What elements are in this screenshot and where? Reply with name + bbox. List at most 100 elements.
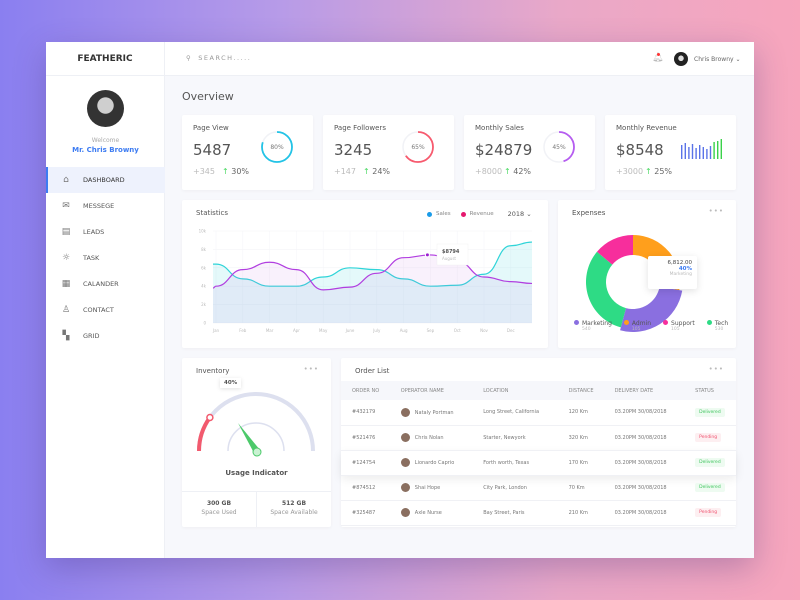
chart-tooltip: $8794August xyxy=(436,243,469,266)
tooltip-value: $8794 xyxy=(442,249,460,255)
sidebar-item-grid[interactable]: ▚ GRID xyxy=(46,323,165,349)
welcome-text: Welcome xyxy=(91,137,120,144)
operator-name: Chris Nolan xyxy=(414,435,444,441)
clipboard-icon: ▤ xyxy=(61,227,71,237)
storage-stats: 300 GB Space Used 512 GB Space Available xyxy=(182,491,331,527)
kpi-delta: +8000 xyxy=(475,167,503,176)
location: Bay Street, Paris xyxy=(472,500,558,526)
revenue-bars xyxy=(681,139,722,159)
bell-icon[interactable]: 🔔︎ xyxy=(652,53,663,63)
brand-logo[interactable]: FEATHERIC xyxy=(46,42,164,76)
profile-avatar[interactable] xyxy=(87,90,124,127)
operator-cell: Chris Nolan xyxy=(389,425,473,451)
location: Long Street, California xyxy=(472,400,558,426)
revenue-bar xyxy=(691,144,694,159)
legend-item: Support 105 xyxy=(663,320,695,332)
status-cell: Pending xyxy=(684,425,736,451)
revenue-bar xyxy=(713,142,715,159)
status-badge: Pending xyxy=(695,508,722,517)
kpi-label: Page View xyxy=(193,124,229,132)
location: Starter, Newyork xyxy=(472,425,558,451)
sidebar-item-label: LEADS xyxy=(83,228,105,236)
page-title: Overview xyxy=(182,90,234,103)
sidebar-item-task[interactable]: ☼ TASK xyxy=(46,245,165,271)
column-header[interactable]: STATUS xyxy=(684,381,736,400)
space-available-value: 512 GB xyxy=(281,500,307,507)
table-row[interactable]: #325487 Axle Nurse Bay Street, Paris 210… xyxy=(341,500,736,526)
tooltip-label: August xyxy=(442,256,456,261)
location: Forth worth, Texas xyxy=(472,450,558,476)
x-tick-label: Jan xyxy=(212,328,220,333)
table-row[interactable]: #124754 Lionardo Caprio Forth worth, Tex… xyxy=(341,450,736,476)
y-tick-label: 6k xyxy=(201,265,207,270)
top-bar: ⚲ SEARCH..... 🔔︎ Chris Browny ⌄ xyxy=(165,42,754,76)
order-no: #124754 xyxy=(341,450,390,476)
expenses-tooltip: 6,812.00 40% Marketing xyxy=(648,256,697,289)
operator-cell: Shai Hope xyxy=(389,475,473,501)
sidebar-item-contact[interactable]: ♙ CONTACT xyxy=(46,297,165,323)
operator-avatar xyxy=(400,407,410,417)
operator-name: Lionardo Caprio xyxy=(414,460,455,466)
sidebar-item-messege[interactable]: ✉ MESSEGE xyxy=(46,193,165,219)
table-row[interactable]: #432179 Nataly Portman Long Street, Cali… xyxy=(341,400,736,426)
legend-dot xyxy=(574,320,579,325)
order-list-card: Order List ••• ORDER NO OPERATOR NAME LOCA… xyxy=(341,358,736,527)
kpi-value: $24879 xyxy=(475,141,533,159)
revenue-bar xyxy=(706,149,708,159)
column-header[interactable]: ORDER NO xyxy=(341,381,390,400)
donut-slice-tech[interactable] xyxy=(586,251,627,328)
statistics-card: Statistics Sales Revenue 2018 ⌄ 0 2k 4k 6k 8… xyxy=(182,200,548,348)
search-input[interactable]: ⚲ SEARCH..... xyxy=(186,54,251,62)
legend-dot xyxy=(623,320,629,325)
gauge-fill xyxy=(197,416,212,452)
order-no: #325487 xyxy=(341,500,390,526)
status-badge: Delivered xyxy=(695,483,725,492)
chevron-down-icon: ⌄ xyxy=(735,56,741,63)
gauge-label: 40% xyxy=(220,378,242,388)
legend-name: Tech xyxy=(714,320,729,327)
x-tick-label: Oct xyxy=(454,328,461,333)
column-header[interactable]: DELIVERY DATE xyxy=(603,381,685,400)
kpi-change: ↑ 30% xyxy=(222,167,249,176)
home-icon: ⌂ xyxy=(63,175,69,185)
column-header[interactable]: DISTANCE xyxy=(557,381,604,400)
highlight-point[interactable] xyxy=(424,252,430,258)
statistics-chart: 0 2k 4k 6k 8k 10k Jan Feb Mar Apr May June July Aug Se… xyxy=(199,229,533,333)
revenue-bar xyxy=(681,145,683,159)
gear-icon: ☼ xyxy=(61,253,71,263)
user-menu[interactable]: Chris Browny ⌄ xyxy=(694,56,741,63)
sidebar-item-label: TASK xyxy=(83,254,100,262)
tooltip-label: Marketing xyxy=(669,272,692,277)
space-available-label: Space Available xyxy=(270,509,318,516)
table-row[interactable]: #874512 Shai Hope City Park, London 70 K… xyxy=(341,475,736,501)
revenue-bar xyxy=(717,141,719,159)
x-tick-label: Aug xyxy=(400,328,408,333)
sidebar-item-calander[interactable]: ▦ CALANDER xyxy=(46,271,165,297)
legend-dot xyxy=(706,320,712,325)
sidebar-item-dashboard[interactable]: ⌂ DASHBOARD xyxy=(46,167,165,193)
legend-item: Tech 530 xyxy=(706,320,729,332)
kpi-change-value: 30% xyxy=(231,167,250,176)
column-header[interactable]: LOCATION xyxy=(472,381,558,400)
ring-label: 45% xyxy=(552,144,566,151)
space-used-value: 300 GB xyxy=(206,500,232,507)
kpi-card: Monthly Revenue $8548 +3000 ↑ 25% xyxy=(605,115,736,190)
operator-cell: Lionardo Caprio xyxy=(389,450,473,476)
expenses-legend: Marketing 540 Admin 105 Support 105 Tech 530 xyxy=(574,320,728,332)
mail-icon: ✉ xyxy=(62,201,70,211)
more-icon[interactable]: ••• xyxy=(709,365,724,373)
kpi-card: Page View 5487 +345 ↑ 30% 80% xyxy=(182,115,313,190)
user-avatar[interactable] xyxy=(674,52,688,66)
delivery-date: 03.20PM 30/08/2018 xyxy=(603,450,685,476)
column-header[interactable]: OPERATOR NAME xyxy=(389,381,473,400)
x-tick-label: July xyxy=(372,328,381,333)
grid-icon: ▚ xyxy=(62,331,70,341)
kpi-change: ↑ 25% xyxy=(645,167,672,176)
sidebar-item-leads[interactable]: ▤ LEADS xyxy=(46,219,165,245)
gauge-knob[interactable] xyxy=(206,413,214,422)
kpi-card: Monthly Sales $24879 +8000 ↑ 42% 45% xyxy=(464,115,595,190)
usage-caption: Usage Indicator xyxy=(225,469,288,477)
status-badge: Delivered xyxy=(695,407,725,417)
profile-name[interactable]: Mr. Chris Browny xyxy=(46,146,165,154)
table-row[interactable]: #521476 Chris Nolan Starter, Newyork 320… xyxy=(341,425,736,451)
